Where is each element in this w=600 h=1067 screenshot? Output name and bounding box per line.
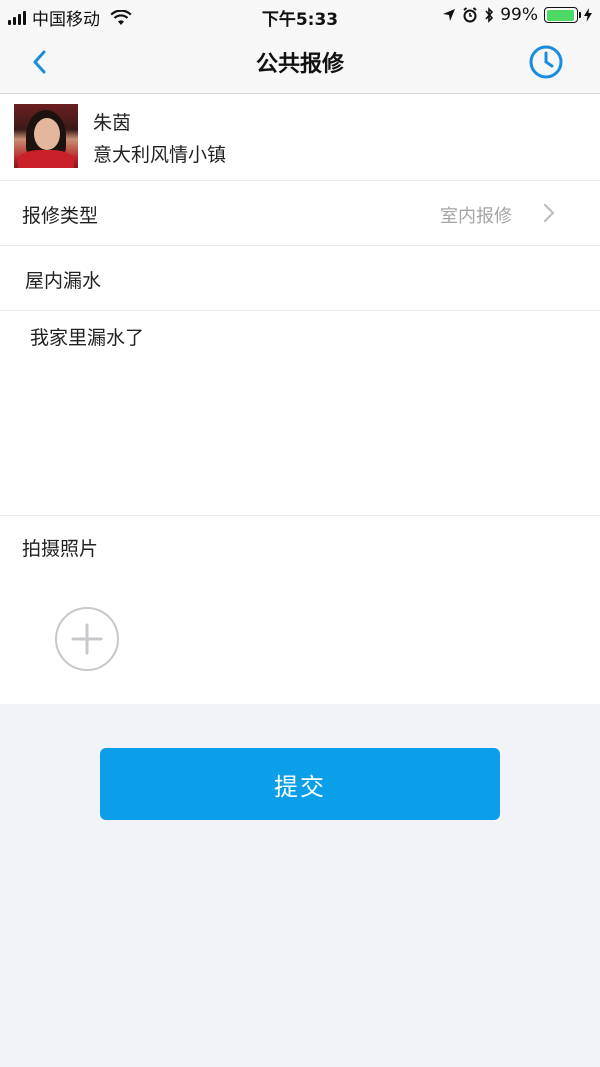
photo-label: 拍摄照片 [22, 538, 99, 560]
photo-section: 拍摄照片 [0, 516, 600, 704]
battery-icon [544, 7, 581, 23]
plus-circle-icon [71, 623, 103, 655]
repair-description-value: 我家里漏水了 [30, 327, 145, 349]
battery-fill [546, 9, 575, 21]
chevron-right-icon [543, 203, 555, 223]
repair-type-label: 报修类型 [22, 205, 99, 227]
user-community: 意大利风情小镇 [93, 144, 227, 166]
location-arrow-icon [443, 9, 456, 21]
user-info: 朱茵 意大利风情小镇 [0, 94, 600, 181]
user-name: 朱茵 [93, 112, 132, 134]
repair-title-value: 屋内漏水 [25, 270, 102, 292]
clock-icon[interactable] [528, 44, 564, 80]
status-right: 99% [442, 5, 592, 25]
repair-description-field[interactable]: 我家里漏水了 [0, 311, 600, 516]
battery-percent: 99% [500, 5, 538, 25]
repair-type-value: 室内报修 [440, 206, 512, 227]
navigation-bar: 公共报修 [0, 32, 600, 94]
add-photo-button[interactable] [55, 607, 119, 671]
charging-icon [584, 8, 592, 22]
alarm-icon [463, 7, 477, 23]
bluetooth-icon [485, 7, 494, 23]
repair-type-selector[interactable]: 报修类型 室内报修 [0, 181, 600, 246]
status-bar: 中国移动 下午5:33 99% [0, 0, 600, 32]
submit-button[interactable]: 提交 [100, 748, 500, 820]
repair-title-field[interactable]: 屋内漏水 [0, 246, 600, 311]
page-title: 公共报修 [255, 52, 344, 77]
avatar [14, 104, 78, 168]
